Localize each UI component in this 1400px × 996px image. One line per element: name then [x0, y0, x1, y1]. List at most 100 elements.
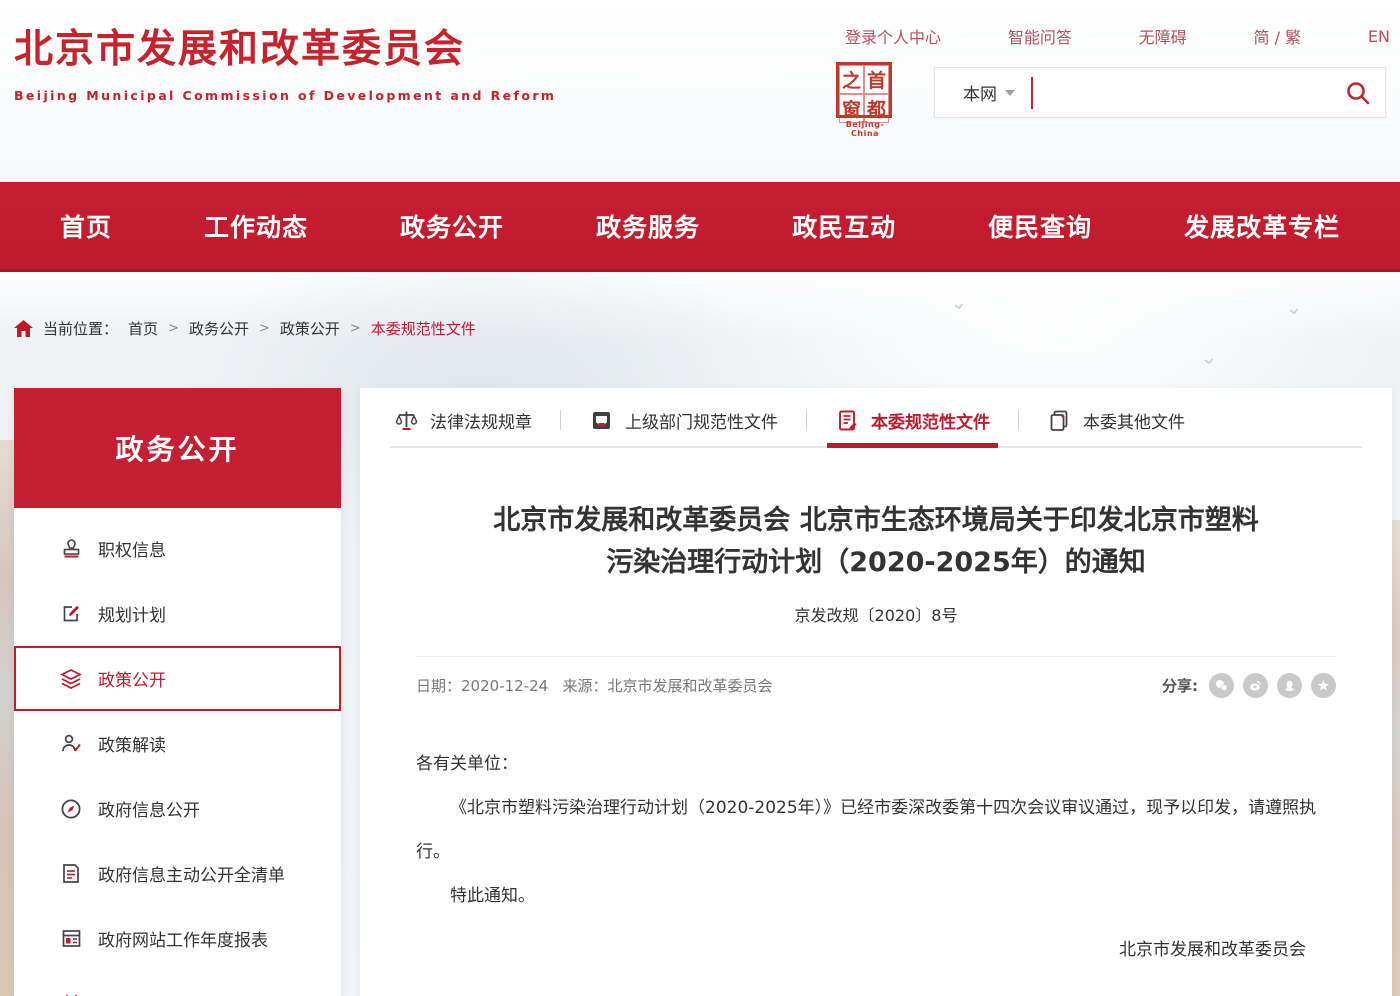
site-title: 北京市发展和改革委员会 — [14, 18, 556, 74]
sidebar-item-decision-catalog[interactable]: 决策目录 — [14, 971, 341, 996]
tab-divider — [806, 410, 807, 430]
site-logo[interactable]: 北京市发展和改革委员会 Beijing Municipal Commission… — [14, 18, 556, 103]
search-scope-label: 本网 — [963, 80, 997, 105]
sidebar-item-policy-disclosure[interactable]: 政策公开 — [14, 646, 341, 711]
nav-item-reform-column[interactable]: 发展改革专栏 — [1184, 208, 1340, 244]
weibo-share-icon[interactable] — [1243, 673, 1268, 698]
tab-label: 上级部门规范性文件 — [625, 408, 778, 433]
search-bar: 本网 — [934, 67, 1386, 118]
nav-item-convenient-inquiry[interactable]: 便民查询 — [988, 208, 1092, 244]
date-label: 日期： — [416, 677, 461, 695]
edit-plan-icon — [60, 603, 82, 625]
search-scope-dropdown[interactable]: 本网 — [935, 80, 1031, 105]
share-label: 分享: — [1162, 675, 1198, 696]
main-nav: 首页 工作动态 政务公开 政务服务 政民互动 便民查询 发展改革专栏 — [0, 182, 1400, 272]
scales-icon — [394, 408, 418, 432]
seal-char: 之 — [839, 65, 864, 94]
sidebar-item-planning[interactable]: 规划计划 — [14, 581, 341, 646]
sidebar-item-gov-info-disclosure[interactable]: 政府信息公开 — [14, 776, 341, 841]
article-body: 各有关单位： 《北京市塑料污染治理行动计划（2020-2025年）》已经市委深改… — [416, 742, 1336, 973]
nav-item-work-dynamics[interactable]: 工作动态 — [204, 208, 308, 244]
login-personal-center-link[interactable]: 登录个人中心 — [845, 24, 941, 48]
search-input[interactable] — [1033, 68, 1331, 117]
doc-pencil-icon — [835, 408, 859, 432]
document-category-tabs: 法律法规规章 上级部门规范性文件 本委规范性文件 — [390, 388, 1362, 448]
sidebar-item-label: 政策公开 — [98, 666, 166, 691]
breadcrumb-gov-disclosure[interactable]: 政务公开 — [189, 318, 249, 339]
tab-commission-other-docs[interactable]: 本委其他文件 — [1043, 394, 1189, 446]
chevron-down-icon — [1005, 90, 1015, 96]
sidebar: 政务公开 职权信息 规划计划 政策公开 — [14, 388, 341, 996]
tab-label: 本委其他文件 — [1083, 408, 1185, 433]
salutation: 各有关单位： — [416, 742, 1336, 786]
seal-char: 窗 — [839, 94, 864, 123]
sidebar-item-label: 决策目录 — [98, 991, 166, 996]
qq-share-icon[interactable] — [1277, 673, 1302, 698]
smart-qa-link[interactable]: 智能问答 — [1008, 24, 1072, 48]
bird-watermark: ⌄ — [1198, 344, 1218, 370]
bird-watermark: ⌄ — [1283, 294, 1303, 320]
breadcrumb-label: 当前位置： — [43, 318, 118, 339]
main-content: 法律法规规章 上级部门规范性文件 本委规范性文件 — [360, 388, 1392, 996]
english-link[interactable]: EN — [1368, 27, 1390, 46]
seal-stamp-icon — [60, 538, 82, 560]
sidebar-header: 政务公开 — [14, 388, 341, 508]
nav-item-gov-disclosure[interactable]: 政务公开 — [400, 208, 504, 244]
breadcrumb: 当前位置： 首页 > 政务公开 > 政策公开 > 本委规范性文件 — [14, 318, 476, 339]
sidebar-item-website-annual-report[interactable]: 政府网站工作年度报表 — [14, 906, 341, 971]
sidebar-item-policy-interpretation[interactable]: 政策解读 — [14, 711, 341, 776]
breadcrumb-current: 本委规范性文件 — [371, 318, 476, 339]
bird-watermark: ⌄ — [948, 289, 968, 315]
sidebar-item-label: 政府网站工作年度报表 — [98, 926, 268, 951]
capital-window-seal[interactable]: 之 首 窗 都 Beijing-China — [836, 62, 894, 138]
sidebar-item-label: 政府信息主动公开全清单 — [98, 861, 285, 886]
breadcrumb-home[interactable]: 首页 — [128, 318, 158, 339]
body-paragraph: 特此通知。 — [416, 874, 1336, 918]
share-bar: 分享: — [1162, 673, 1336, 698]
signature: 北京市发展和改革委员会 — [416, 928, 1336, 972]
source-label: 来源： — [563, 677, 608, 695]
article-source: 北京市发展和改革委员会 — [608, 677, 773, 695]
home-icon — [14, 320, 33, 337]
article-meta: 日期：2020-12-24 来源：北京市发展和改革委员会 — [416, 675, 773, 696]
top-links: 登录个人中心 智能问答 无障碍 简 / 繁 EN — [845, 24, 1390, 48]
sidebar-item-label: 政府信息公开 — [98, 796, 200, 821]
sidebar-items: 职权信息 规划计划 政策公开 政策解读 — [14, 508, 341, 996]
document-list-icon — [60, 863, 82, 885]
sidebar-item-authority-info[interactable]: 职权信息 — [14, 516, 341, 581]
simplified-traditional-link[interactable]: 简 / 繁 — [1253, 24, 1301, 48]
nav-item-public-interaction[interactable]: 政民互动 — [792, 208, 896, 244]
search-button[interactable] — [1331, 68, 1385, 117]
nav-item-gov-services[interactable]: 政务服务 — [596, 208, 700, 244]
seal-icon: 之 首 窗 都 — [836, 62, 892, 118]
tab-laws-regulations[interactable]: 法律法规规章 — [390, 394, 536, 446]
article-title-line1: 北京市发展和改革委员会 北京市生态环境局关于印发北京市塑料 — [493, 505, 1258, 536]
article: 北京市发展和改革委员会 北京市生态环境局关于印发北京市塑料 污染治理行动计划（2… — [390, 500, 1362, 973]
sidebar-item-label: 规划计划 — [98, 601, 166, 626]
accessibility-link[interactable]: 无障碍 — [1139, 24, 1187, 48]
sidebar-item-label: 政策解读 — [98, 731, 166, 756]
sidebar-item-label: 职权信息 — [98, 536, 166, 561]
sidebar-item-proactive-disclosure-list[interactable]: 政府信息主动公开全清单 — [14, 841, 341, 906]
breadcrumb-policy-disclosure[interactable]: 政策公开 — [280, 318, 340, 339]
article-title: 北京市发展和改革委员会 北京市生态环境局关于印发北京市塑料 污染治理行动计划（2… — [416, 500, 1336, 584]
site-subtitle: Beijing Municipal Commission of Developm… — [14, 88, 556, 103]
inbox-doc-icon — [589, 408, 613, 432]
page: ⌄ ⌄ ⌄ 北京市发展和改革委员会 Beijing Municipal Comm… — [0, 0, 1400, 996]
document-number: 京发改规〔2020〕8号 — [416, 602, 1336, 626]
article-title-line2: 污染治理行动计划（2020-2025年）的通知 — [606, 547, 1146, 578]
breadcrumb-separator: > — [168, 321, 179, 336]
tab-divider — [1018, 410, 1019, 430]
tab-superior-normative-docs[interactable]: 上级部门规范性文件 — [585, 394, 782, 446]
breadcrumb-separator: > — [259, 321, 270, 336]
top-header: 北京市发展和改革委员会 Beijing Municipal Commission… — [0, 0, 1400, 182]
tab-label: 法律法规规章 — [430, 408, 532, 433]
favorite-share-icon[interactable] — [1311, 673, 1336, 698]
tab-commission-normative-docs[interactable]: 本委规范性文件 — [831, 394, 994, 446]
nav-item-home[interactable]: 首页 — [60, 208, 112, 244]
article-meta-row: 日期：2020-12-24 来源：北京市发展和改革委员会 分享: — [416, 656, 1336, 698]
wechat-share-icon[interactable] — [1209, 673, 1234, 698]
left-edge-photo — [0, 440, 15, 996]
tab-label: 本委规范性文件 — [871, 408, 990, 433]
search-icon — [1345, 80, 1371, 106]
